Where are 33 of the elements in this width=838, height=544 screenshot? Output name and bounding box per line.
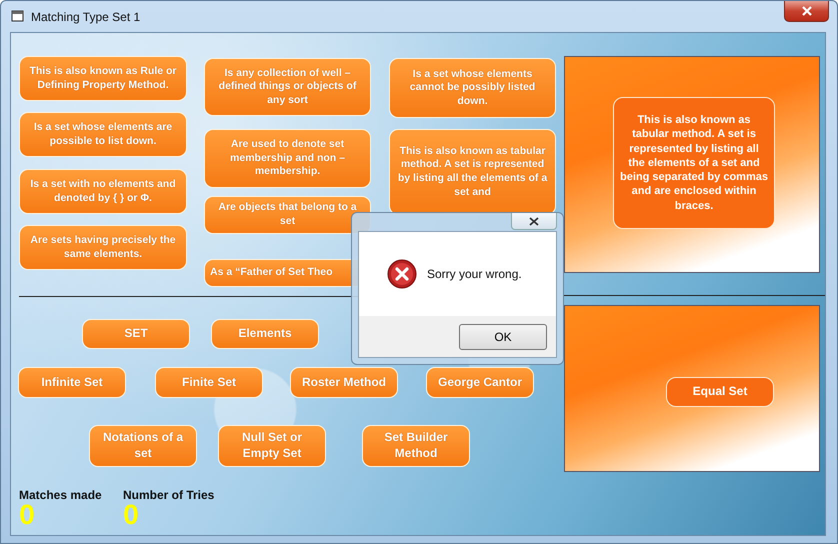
answer-tile[interactable]: Roster Method [290, 367, 398, 398]
close-icon [529, 216, 539, 226]
answer-tile[interactable]: George Cantor [426, 367, 534, 398]
answer-tile[interactable]: Set Builder Method [362, 425, 470, 467]
window-title: Matching Type Set 1 [31, 10, 140, 24]
answer-tile[interactable]: Notations of a set [89, 425, 197, 467]
stat-value: 0 [19, 501, 35, 529]
answer-tile[interactable]: Finite Set [155, 367, 263, 398]
clue-card[interactable]: Is a set with no elements and denoted by { } or Φ. [19, 169, 187, 214]
clue-card[interactable]: Is a set whose elements are possible to list down. [19, 112, 187, 157]
placed-clue: This is also known as tabular method. A set is represented by listing all the elements of a set and being separated by commas and are enclosed within braces. [613, 97, 775, 229]
placed-answer: Equal Set [666, 377, 774, 407]
dialog-message: Sorry your wrong. [427, 267, 522, 281]
answer-tile[interactable]: Elements [211, 319, 319, 349]
clue-card[interactable]: This is also known as tabular method. A set is represented by listing all the elements of a set and [389, 129, 556, 215]
window-icon [11, 10, 25, 23]
close-button[interactable] [784, 1, 829, 22]
clue-card[interactable]: Is a set whose elements cannot be possibly listed down. [389, 58, 556, 118]
clue-card[interactable]: Are used to denote set membership and non – membership. [204, 129, 371, 188]
close-icon [800, 6, 812, 16]
answer-tile[interactable]: Infinite Set [18, 367, 126, 398]
answer-tile[interactable]: SET [82, 319, 190, 349]
stat-label: Number of Tries [123, 488, 214, 502]
error-icon [387, 259, 417, 289]
close-button[interactable] [511, 213, 557, 230]
clue-card[interactable]: Are objects that belong to a set [204, 196, 371, 234]
clue-card[interactable]: Is any collection of well – defined things or objects of any sort [204, 58, 371, 116]
clue-card[interactable]: This is also known as Rule or Defining Property Method. [19, 56, 187, 101]
stat-label: Matches made [19, 488, 102, 502]
ok-button[interactable]: OK [459, 324, 547, 350]
stat-value: 0 [123, 501, 139, 529]
clue-card[interactable]: Are sets having precisely the same elements. [19, 225, 187, 270]
answer-tile[interactable]: Null Set or Empty Set [218, 425, 326, 467]
